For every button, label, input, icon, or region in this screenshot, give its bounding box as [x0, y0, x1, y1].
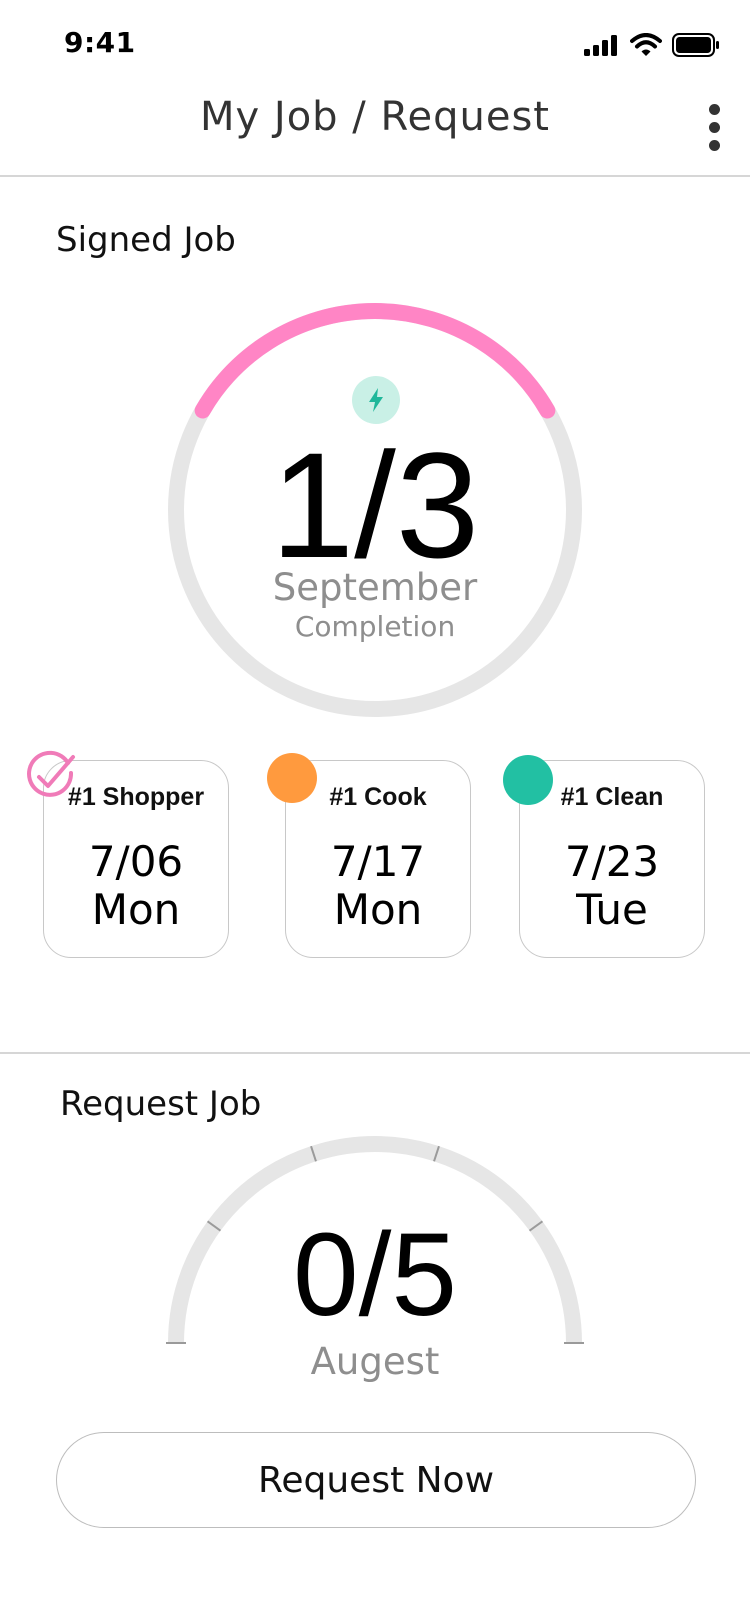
request-month: Augest [310, 1340, 440, 1383]
request-count: 0/5 [292, 1209, 458, 1341]
request-now-button[interactable]: Request Now [56, 1432, 696, 1528]
